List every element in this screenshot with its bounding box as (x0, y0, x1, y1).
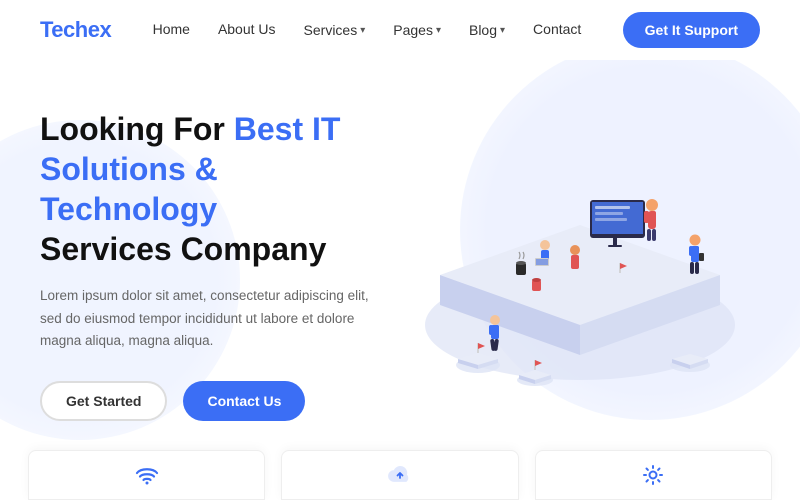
cloud-icon (386, 461, 414, 489)
card-item-3[interactable] (535, 450, 772, 500)
card-item-1[interactable] (28, 450, 265, 500)
hero-title-line3: Services Company (40, 231, 326, 267)
hero-section: Looking For Best IT Solutions & Technolo… (0, 60, 800, 440)
nav-item-about[interactable]: About Us (218, 21, 276, 39)
contact-us-button[interactable]: Contact Us (183, 381, 305, 421)
hero-title-prefix: Looking For (40, 111, 234, 147)
logo[interactable]: Techex (40, 17, 111, 43)
hero-buttons: Get Started Contact Us (40, 381, 380, 421)
nav-links: Home About Us Services ▾ Pages ▾ Blog ▾ … (153, 21, 582, 39)
nav-item-contact[interactable]: Contact (533, 21, 581, 39)
bottom-cards-strip (0, 440, 800, 500)
chevron-down-icon: ▾ (360, 25, 365, 36)
nav-item-pages[interactable]: Pages ▾ (393, 22, 441, 38)
wifi-icon (133, 461, 161, 489)
nav-item-home[interactable]: Home (153, 21, 190, 39)
nav-item-services[interactable]: Services ▾ (304, 22, 366, 38)
nav-link-contact[interactable]: Contact (533, 21, 581, 37)
get-started-button[interactable]: Get Started (40, 381, 167, 421)
hero-title-highlight: Best IT (234, 111, 341, 147)
nav-link-blog[interactable]: Blog ▾ (469, 22, 505, 38)
hero-text-block: Looking For Best IT Solutions & Technolo… (40, 109, 380, 422)
logo-text-black: Tech (40, 17, 88, 42)
hero-description: Lorem ipsum dolor sit amet, consectetur … (40, 285, 380, 354)
settings-icon (639, 461, 667, 489)
hero-illustration (380, 95, 760, 435)
navbar: Techex Home About Us Services ▾ Pages ▾ … (0, 0, 800, 60)
nav-link-pages[interactable]: Pages ▾ (393, 22, 441, 38)
chevron-down-icon: ▾ (436, 25, 441, 36)
nav-link-home[interactable]: Home (153, 21, 190, 37)
hero-title: Looking For Best IT Solutions & Technolo… (40, 109, 380, 269)
isometric-scene-svg (380, 95, 760, 435)
logo-text-blue: ex (88, 17, 111, 42)
card-item-2[interactable] (281, 450, 518, 500)
nav-link-services[interactable]: Services ▾ (304, 22, 366, 38)
nav-item-blog[interactable]: Blog ▾ (469, 22, 505, 38)
hero-title-line2: Solutions & Technology (40, 151, 218, 227)
nav-link-about[interactable]: About Us (218, 21, 276, 37)
chevron-down-icon: ▾ (500, 25, 505, 36)
get-support-button[interactable]: Get It Support (623, 12, 760, 48)
